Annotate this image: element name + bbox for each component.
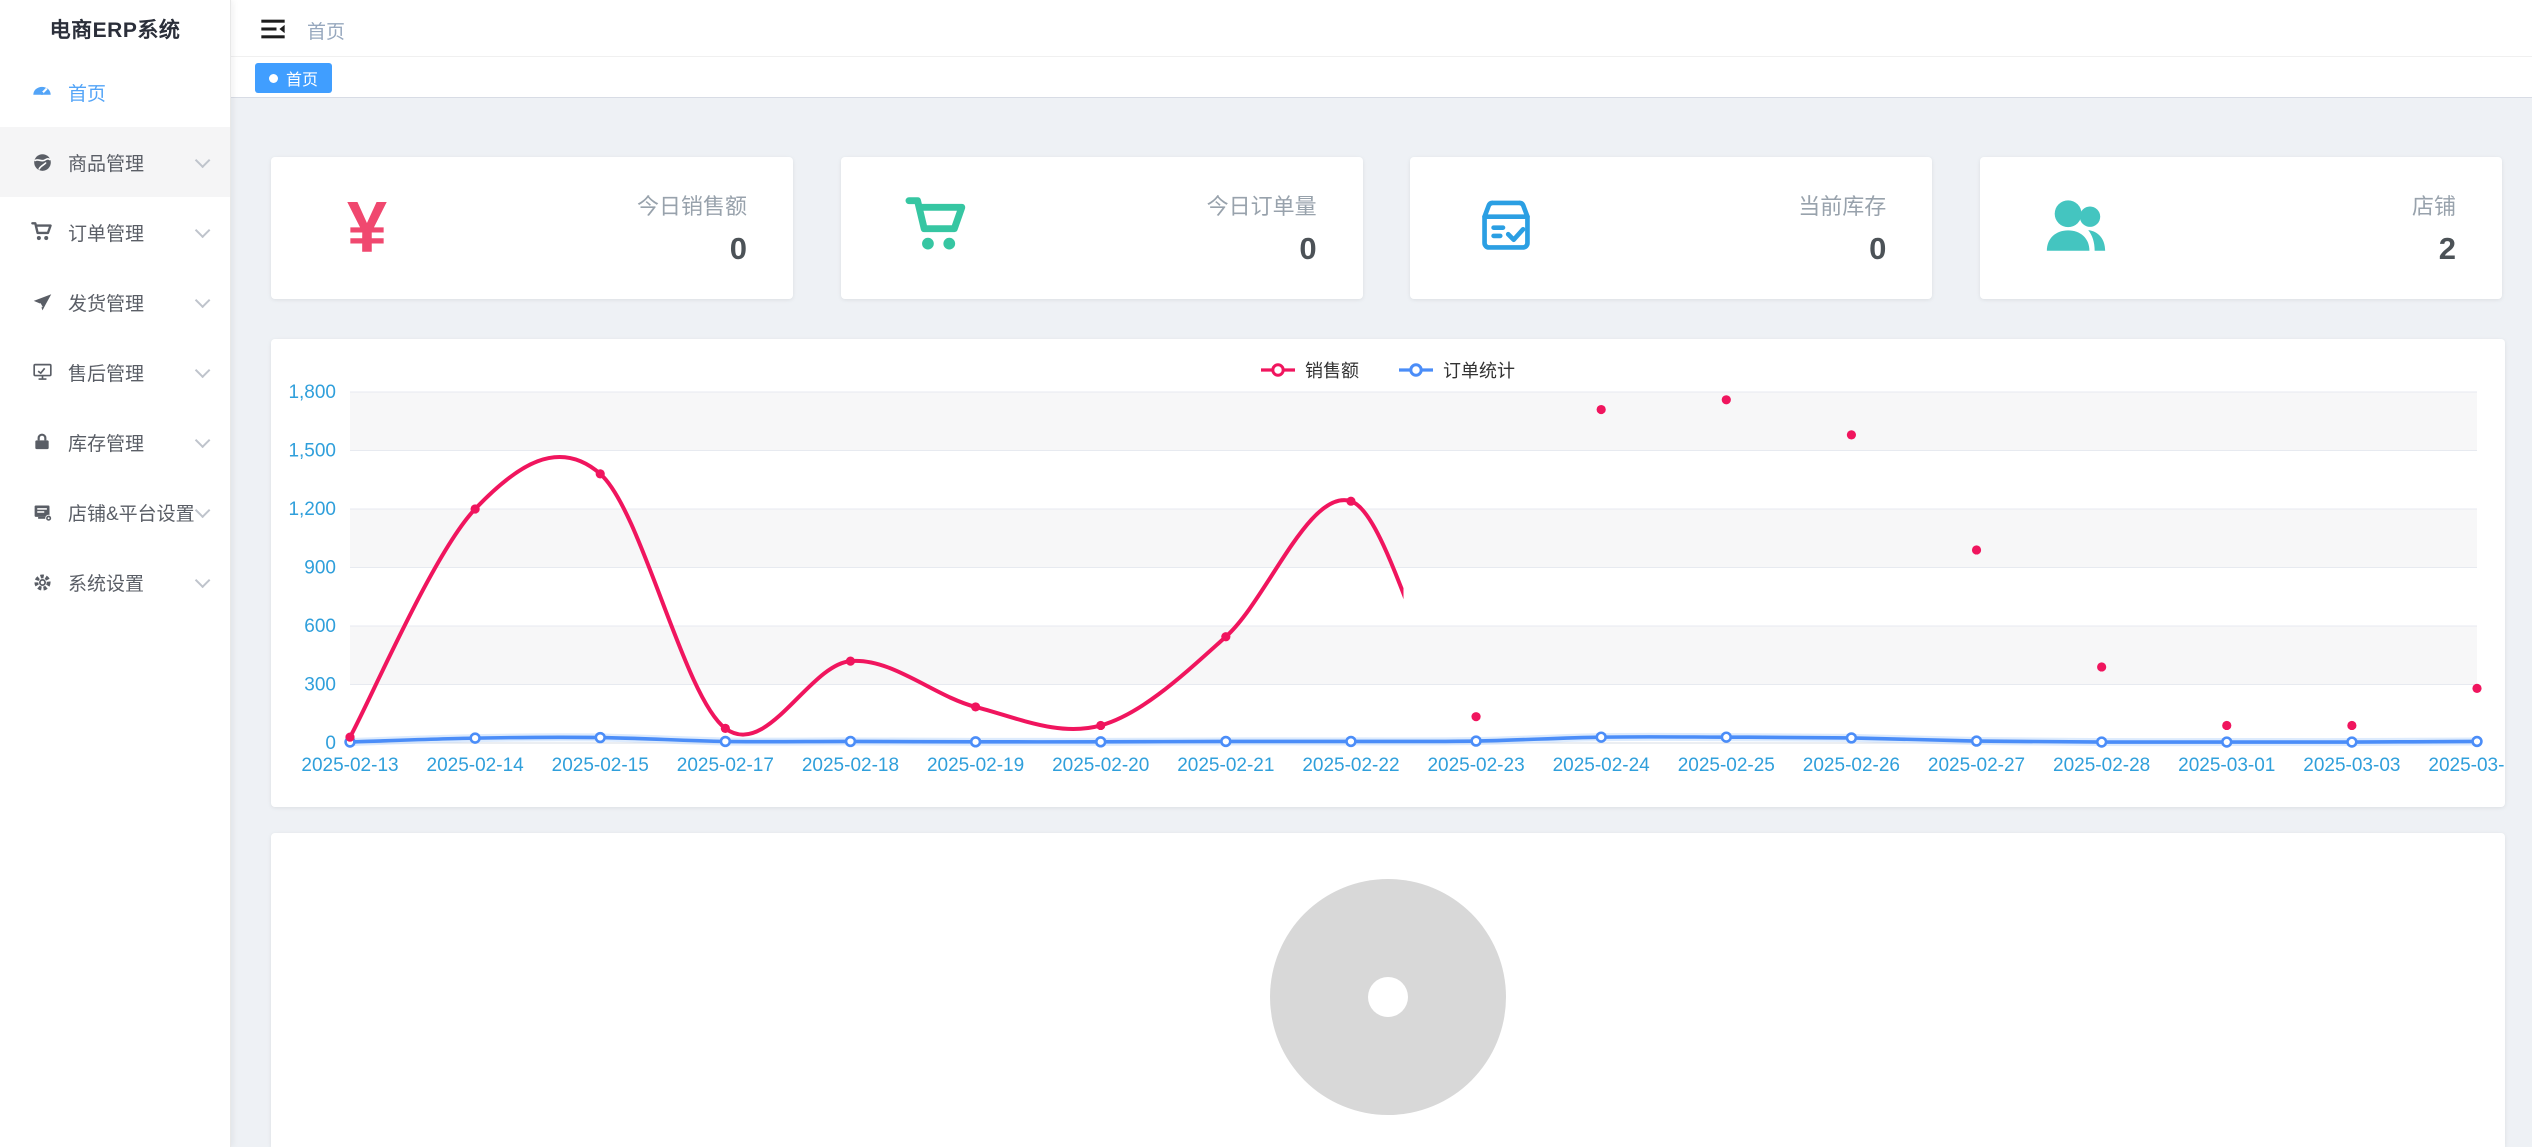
yen-icon: ¥ — [347, 192, 387, 264]
donut-chart-card — [271, 833, 2505, 1147]
tab-bar: 首页 — [231, 57, 2532, 98]
stat-card-1: 今日订单量 0 — [841, 157, 1363, 299]
stat-value: 0 — [637, 231, 747, 267]
chevron-down-icon — [195, 222, 211, 238]
tab-active-dot — [269, 74, 278, 83]
sidebar-item-label: 店铺&平台设置 — [68, 499, 195, 526]
sidebar-item-label: 售后管理 — [68, 359, 195, 386]
svg-text:2025-03-01: 2025-03-01 — [2178, 755, 2275, 776]
cart-icon — [905, 194, 969, 263]
svg-text:2025-02-14: 2025-02-14 — [427, 755, 525, 776]
sidebar-item-label: 库存管理 — [68, 429, 195, 456]
stat-card-0: ¥ 今日销售额 0 — [271, 157, 793, 299]
globe-icon — [30, 150, 54, 174]
stat-card-3: 店铺 2 — [1980, 157, 2502, 299]
sidebar-item-label: 订单管理 — [68, 219, 195, 246]
users-icon — [2041, 191, 2111, 266]
svg-text:2025-02-24: 2025-02-24 — [1553, 755, 1651, 776]
svg-text:900: 900 — [304, 558, 336, 579]
sidebar-item-4[interactable]: 售后管理 — [0, 337, 230, 407]
svg-text:2025-02-15: 2025-02-15 — [552, 755, 649, 776]
sidebar: 电商ERP系统 首页 商品管理 订单管理 发货管理 售后管理 库存管理 店铺&平… — [0, 0, 231, 1147]
app-title: 电商ERP系统 — [0, 0, 230, 57]
dashboard-icon — [30, 80, 54, 104]
cart-icon — [30, 220, 54, 244]
sidebar-item-6[interactable]: 店铺&平台设置 — [0, 477, 230, 547]
svg-text:2025-02-26: 2025-02-26 — [1803, 755, 1900, 776]
svg-text:1,500: 1,500 — [288, 441, 336, 462]
chevron-down-icon — [195, 362, 211, 378]
sidebar-item-0[interactable]: 首页 — [0, 57, 230, 127]
donut-placeholder-chart — [271, 833, 2505, 1147]
svg-text:2025-02-23: 2025-02-23 — [1427, 755, 1524, 776]
sidebar-item-label: 发货管理 — [68, 289, 195, 316]
stat-cards-row: ¥ 今日销售额 0 今日订单量 0 当前库存 0 店铺 2 — [271, 157, 2502, 299]
tab-home[interactable]: 首页 — [255, 63, 332, 93]
svg-text:2025-03-03: 2025-03-03 — [2303, 755, 2400, 776]
svg-text:0: 0 — [325, 733, 336, 754]
chevron-down-icon — [195, 572, 211, 588]
chevron-down-icon — [195, 152, 211, 168]
tab-label: 首页 — [286, 66, 318, 90]
stat-label: 店铺 — [2412, 189, 2456, 221]
send-icon — [30, 290, 54, 314]
sidebar-item-label: 系统设置 — [68, 569, 195, 596]
svg-text:2025-02-28: 2025-02-28 — [2053, 755, 2150, 776]
breadcrumb[interactable]: 首页 — [307, 17, 345, 44]
stat-value: 0 — [1207, 231, 1317, 267]
svg-text:1,800: 1,800 — [288, 382, 336, 403]
stat-value: 0 — [1798, 231, 1886, 267]
sidebar-item-2[interactable]: 订单管理 — [0, 197, 230, 267]
stat-value: 2 — [2412, 231, 2456, 267]
sidebar-menu: 首页 商品管理 订单管理 发货管理 售后管理 库存管理 店铺&平台设置 系统设置 — [0, 57, 230, 617]
stat-label: 当前库存 — [1798, 189, 1886, 221]
lock-icon — [30, 430, 54, 454]
sidebar-item-3[interactable]: 发货管理 — [0, 267, 230, 337]
stat-card-2: 当前库存 0 — [1410, 157, 1932, 299]
sales-chart-card: 销售额 订单统计 03006009001,2001,5001,8002025-0… — [271, 339, 2505, 807]
sidebar-item-5[interactable]: 库存管理 — [0, 407, 230, 477]
svg-text:2025-02-17: 2025-02-17 — [677, 755, 774, 776]
sales-orders-line-chart: 0 300 600 900 1,200 1,500 1,800 2025-02-13 2025-… — [271, 339, 2505, 807]
stat-label: 今日销售额 — [637, 189, 747, 221]
sidebar-item-label: 商品管理 — [68, 149, 195, 176]
svg-text:2025-02-19: 2025-02-19 — [927, 755, 1024, 776]
svg-text:2025-03-04: 2025-03-04 — [2428, 755, 2505, 776]
chevron-down-icon — [195, 502, 211, 518]
svg-text:2025-02-18: 2025-02-18 — [802, 755, 899, 776]
svg-text:2025-02-20: 2025-02-20 — [1052, 755, 1149, 776]
svg-text:2025-02-27: 2025-02-27 — [1928, 755, 2025, 776]
top-header: 首页 тT — [231, 0, 2532, 57]
monitor-icon — [30, 360, 54, 384]
sidebar-item-1[interactable]: 商品管理 — [0, 127, 230, 197]
svg-text:600: 600 — [304, 616, 336, 637]
svg-text:2025-02-25: 2025-02-25 — [1678, 755, 1775, 776]
stat-label: 今日订单量 — [1207, 189, 1317, 221]
svg-text:2025-02-13: 2025-02-13 — [301, 755, 398, 776]
chevron-down-icon — [195, 432, 211, 448]
inventory-box-icon — [1473, 193, 1539, 264]
sidebar-item-label: 首页 — [68, 79, 212, 106]
chevron-down-icon — [195, 292, 211, 308]
svg-text:2025-02-22: 2025-02-22 — [1302, 755, 1399, 776]
gear-icon — [30, 570, 54, 594]
svg-text:1,200: 1,200 — [288, 499, 336, 520]
svg-text:2025-02-21: 2025-02-21 — [1177, 755, 1274, 776]
svg-text:300: 300 — [304, 675, 336, 696]
sidebar-item-7[interactable]: 系统设置 — [0, 547, 230, 617]
device-icon — [30, 500, 54, 524]
sidebar-fold-icon[interactable] — [259, 15, 287, 43]
